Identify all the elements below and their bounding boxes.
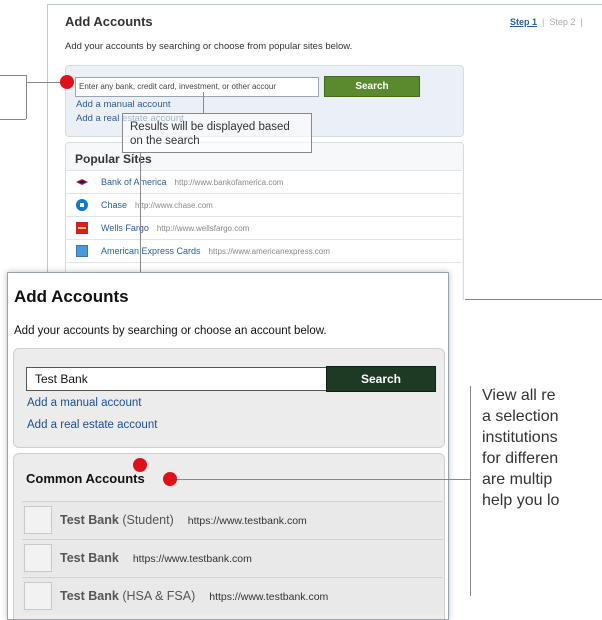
list-item[interactable]: Wells Fargo http://www.wellsfargo.com: [66, 216, 462, 239]
account-url: https://www.testbank.com: [132, 553, 252, 565]
account-url: https://www.testbank.com: [187, 515, 307, 527]
step-1-link[interactable]: Step 1: [510, 17, 537, 27]
chase-logo-icon: [76, 199, 88, 211]
account-url: https://www.testbank.com: [209, 591, 329, 603]
list-item[interactable]: Bank of America http://www.bankofamerica.…: [66, 170, 462, 193]
site-url: http://www.wellsfargo.com: [156, 224, 250, 233]
site-url: http://www.bankofamerica.com: [174, 178, 284, 187]
account-name: Test Bank: [60, 513, 119, 527]
account-type: (HSA & FSA): [122, 589, 196, 603]
page-title: Add Accounts: [65, 14, 153, 29]
list-item[interactable]: Chase http://www.chase.com: [66, 193, 462, 216]
list-item[interactable]: Test Bank (Student) https://www.testbank.…: [22, 501, 443, 538]
page-subtitle: Add your accounts by searching or choose…: [14, 325, 327, 337]
site-name: Bank of America: [101, 177, 167, 187]
add-real-estate-account-link[interactable]: Add a real estate account: [27, 419, 157, 431]
step-2-link[interactable]: Step 2: [549, 17, 575, 27]
add-manual-account-link[interactable]: Add a manual account: [27, 397, 141, 409]
account-checkbox[interactable]: [24, 544, 52, 572]
marker-dot: [163, 472, 177, 486]
search-button[interactable]: Search: [324, 76, 420, 97]
annotation-line: [177, 479, 471, 480]
add-manual-account-link[interactable]: Add a manual account: [76, 99, 171, 110]
side-note: View all re a selection institutions for…: [482, 387, 560, 509]
search-input[interactable]: Enter any bank, credit card, investment,…: [75, 77, 319, 97]
account-checkbox[interactable]: [24, 506, 52, 534]
step-indicator: Step 1 | Step 2 |: [510, 17, 583, 27]
annotation-line: [465, 299, 602, 300]
page-title: Add Accounts: [14, 287, 129, 306]
account-checkbox[interactable]: [24, 582, 52, 610]
results-callout: Results will be displayed based on the s…: [122, 113, 312, 153]
annotation-line: [203, 92, 204, 114]
american-express-logo-icon: [76, 245, 88, 257]
annotation-line: [470, 386, 471, 596]
common-accounts-screen: Add Accounts Add your accounts by search…: [7, 272, 449, 620]
site-name: Wells Fargo: [101, 223, 149, 233]
annotation-line: [0, 119, 26, 120]
annotation-line: [0, 75, 26, 76]
wells-fargo-logo-icon: [76, 222, 88, 234]
site-url: https://www.americanexpress.com: [208, 247, 330, 256]
marker-dot: [133, 458, 147, 472]
marker-dot: [60, 75, 74, 89]
list-item[interactable]: Test Bank (HSA & FSA) https://www.testban…: [22, 577, 443, 614]
list-item[interactable]: American Express Cards https://www.americ…: [66, 239, 462, 262]
account-name: Test Bank: [60, 551, 119, 565]
common-accounts-title: Common Accounts: [26, 471, 145, 486]
site-url: http://www.chase.com: [135, 201, 213, 210]
account-type: (Student): [122, 513, 174, 527]
search-input[interactable]: Test Bank: [26, 367, 329, 391]
site-name: American Express Cards: [101, 246, 201, 256]
bank-of-america-logo-icon: [76, 179, 88, 185]
list-item[interactable]: Test Bank https://www.testbank.com: [22, 539, 443, 576]
site-name: Chase: [101, 200, 128, 210]
account-name: Test Bank: [60, 589, 119, 603]
search-button[interactable]: Search: [326, 366, 436, 392]
page-subtitle: Add your accounts by searching or choose…: [65, 41, 353, 52]
